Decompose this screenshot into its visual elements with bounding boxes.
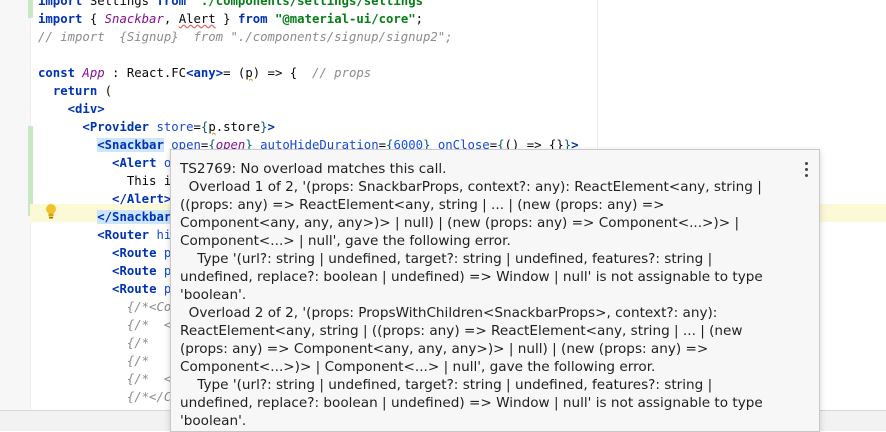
code-token: </Snackbar> (97, 210, 179, 224)
code-line[interactable]: {/* </ (38, 370, 179, 388)
code-token: Snackbar (104, 12, 164, 26)
code-line[interactable]: import { Snackbar, Alert } from "@materi… (38, 10, 423, 28)
code-line[interactable]: {/* (38, 334, 149, 352)
code-line[interactable]: {/* (38, 352, 149, 370)
code-token: <Route (112, 246, 164, 260)
code-token: <Alert (112, 156, 164, 170)
code-line[interactable]: // import {Signup} from "./components/si… (38, 28, 453, 46)
code-line[interactable]: {/* <S (38, 316, 179, 334)
tooltip-message: TS2769: No overload matches this call. O… (180, 160, 780, 430)
more-vertical-icon[interactable] (801, 160, 811, 178)
code-token: ) => { (252, 66, 312, 80)
code-line[interactable]: {/*<Cont (38, 298, 186, 316)
change-marker (28, 126, 33, 216)
code-token: <any> (186, 66, 224, 80)
change-marker (28, 0, 33, 18)
code-line[interactable]: const App : React.FC<any>= (p) => { // p… (38, 64, 371, 82)
code-token: } (215, 12, 238, 26)
code-token: from (156, 0, 194, 8)
code-token: import (38, 12, 90, 26)
code-token: <Router (97, 228, 157, 242)
error-tooltip: TS2769: No overload matches this call. O… (170, 149, 820, 432)
code-token: Alert (178, 12, 216, 26)
code-token: <Route (112, 264, 164, 278)
tooltip-details: Overload 1 of 2, '(props: SnackbarProps,… (180, 179, 763, 429)
code-token: from (237, 12, 275, 26)
code-line[interactable]: </Alert> (38, 190, 171, 208)
code-token: "@material-ui/core" (274, 12, 416, 26)
code-token: store (156, 120, 194, 134)
code-token: > (267, 120, 275, 134)
code-token: <Snackbar (97, 138, 164, 152)
code-token: return (52, 84, 105, 98)
code-token: <Route (112, 282, 164, 296)
code-token: </Alert> (112, 192, 172, 206)
code-token: Settings (89, 0, 157, 8)
code-token: import (38, 0, 90, 8)
code-token: { (89, 12, 105, 26)
code-token: {/* (126, 354, 150, 368)
line-gutter[interactable] (0, 0, 31, 410)
code-token: "./components/settings/settings" (193, 0, 431, 8)
code-token: } (260, 120, 268, 134)
code-token: App (82, 66, 105, 80)
code-token: = ( (223, 66, 246, 80)
code-token: = (193, 120, 201, 134)
code-line[interactable]: <Provider store={p.store}> (38, 118, 275, 136)
code-token: ( (104, 84, 113, 98)
code-token: // import {Signup} from "./components/si… (38, 30, 453, 44)
code-token: .store (215, 120, 261, 134)
code-token: ; (415, 12, 424, 26)
code-line[interactable]: </Snackbar> (38, 208, 179, 226)
code-token: const (38, 66, 83, 80)
code-token: p (245, 66, 253, 80)
code-line[interactable]: {/*</Co (38, 388, 179, 406)
code-line[interactable]: import Settings from "./components/setti… (38, 0, 430, 10)
code-line[interactable]: return ( (38, 82, 112, 100)
code-token: , (163, 12, 179, 26)
code-line[interactable]: <div> (38, 100, 105, 118)
code-token: : React.FC (104, 66, 187, 80)
tooltip-title: TS2769: No overload matches this call. (180, 161, 447, 177)
code-token: <div> (67, 102, 105, 116)
code-token: {/* (126, 336, 150, 350)
code-token: <Provider (82, 120, 157, 134)
code-token: // props (311, 66, 372, 80)
code-token: p (208, 120, 216, 134)
